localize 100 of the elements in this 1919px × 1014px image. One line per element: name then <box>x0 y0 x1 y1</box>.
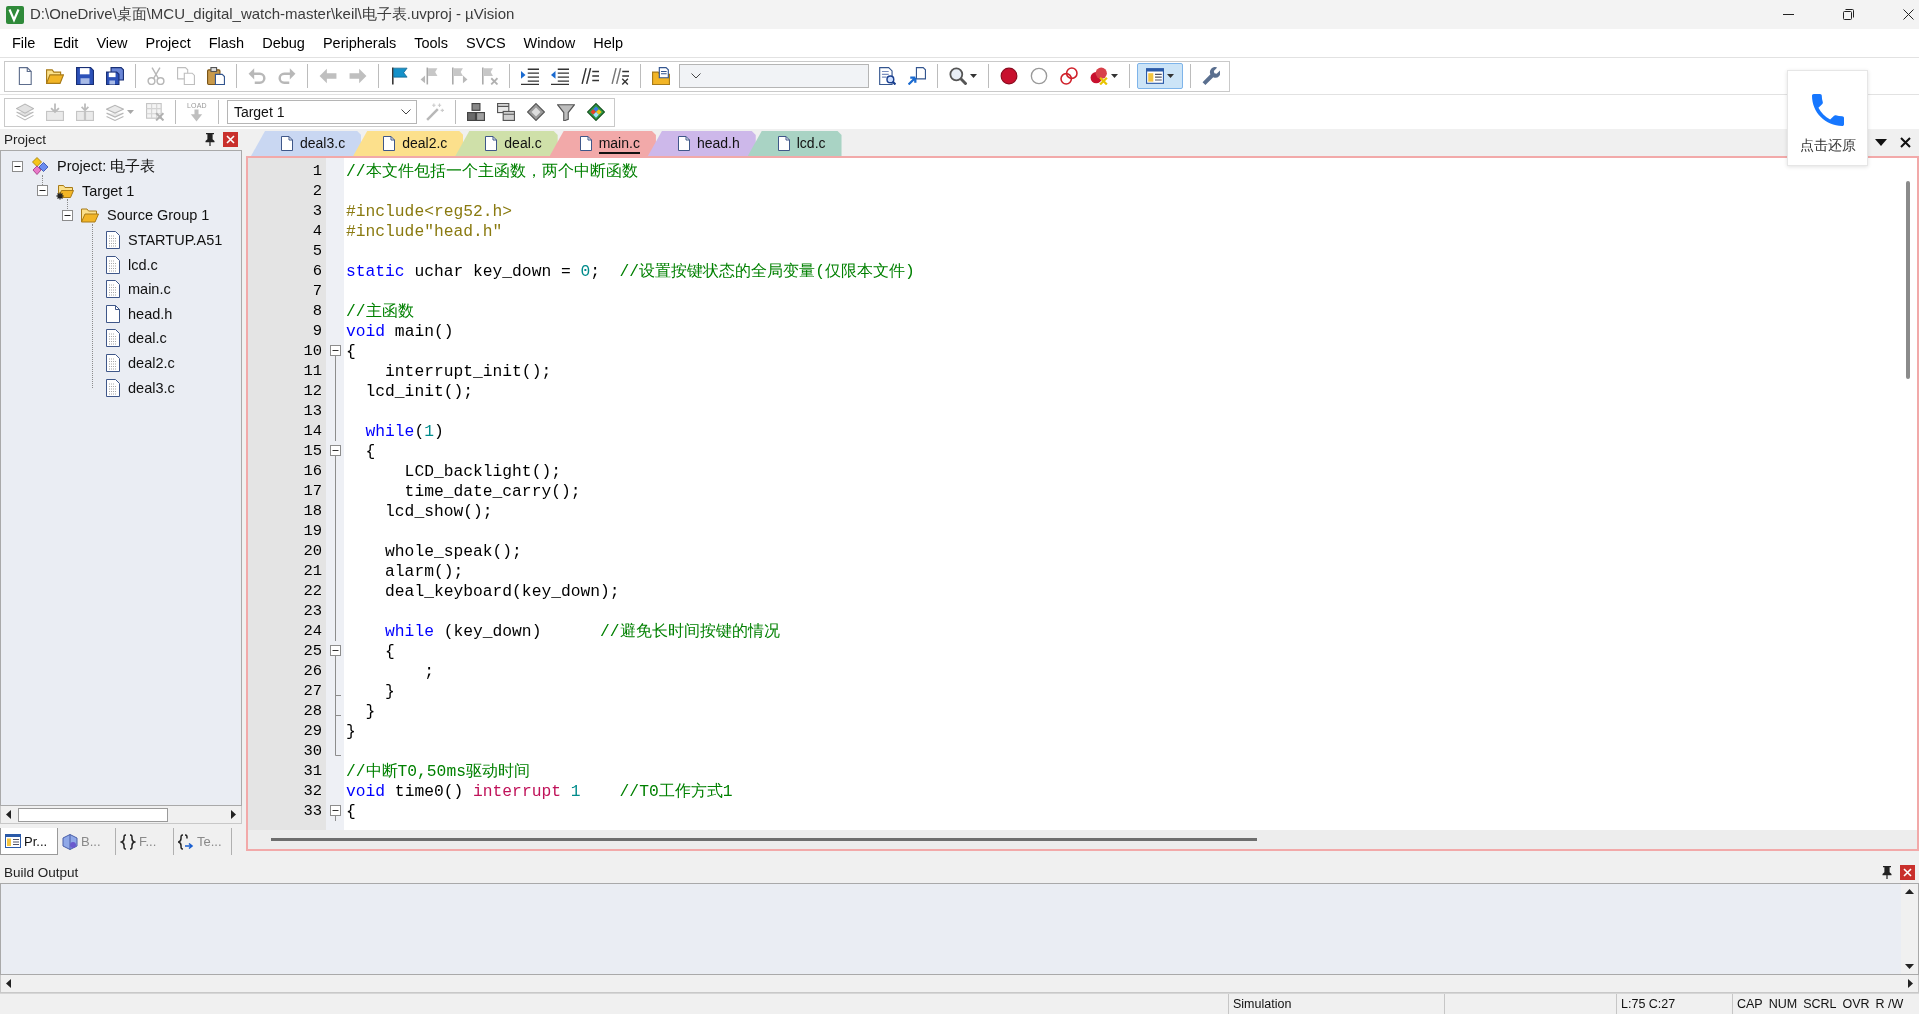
editor-tab[interactable]: deal2.c <box>353 131 464 156</box>
code-line: ; <box>423 661 434 681</box>
line-number: 3 <box>312 202 322 220</box>
tree-item[interactable]: Target 1 <box>82 182 135 199</box>
panel-tab[interactable]: Pr... <box>0 828 58 855</box>
status-indicator: OVR <box>1842 997 1870 1011</box>
circles-cross-icon[interactable] <box>1090 67 1108 85</box>
restore-icon[interactable] <box>1842 9 1854 20</box>
window-panes-icon[interactable] <box>1146 67 1164 85</box>
code-line: #include<reg52.h> <box>346 201 513 221</box>
menu-item[interactable]: Peripherals <box>313 30 406 56</box>
code-line: { <box>346 341 356 361</box>
scroll-left-icon[interactable] <box>5 810 12 819</box>
combo-field[interactable] <box>679 64 869 88</box>
page-icon <box>485 136 498 151</box>
page-icon <box>677 136 690 151</box>
window-title: D:\OneDrive\桌面\MCU_digital_watch-master\keil\电子表.uvproj - µVision <box>30 5 515 24</box>
collapse-icon[interactable] <box>329 345 341 356</box>
restore-button[interactable]: 点击还原 <box>1787 70 1868 166</box>
combo-field[interactable]: Target 1 <box>226 100 417 124</box>
menu-item[interactable]: Project <box>136 30 200 56</box>
tree-item[interactable]: lcd.c <box>128 256 158 273</box>
pin-icon[interactable] <box>205 133 215 146</box>
menu-item[interactable]: Tools <box>405 30 458 56</box>
menu-item[interactable]: Edit <box>44 30 88 56</box>
collapse-icon[interactable] <box>61 210 73 221</box>
editor-tab[interactable]: lcd.c <box>747 131 842 156</box>
editor-tab[interactable]: deal3.c <box>251 131 362 156</box>
line-number: 26 <box>303 662 322 680</box>
status-indicator: R /W <box>1875 997 1904 1011</box>
line-number: 32 <box>303 782 322 800</box>
page-icon <box>281 136 293 151</box>
book-icon <box>62 833 78 850</box>
status-text: L:75 C:27 <box>1621 997 1676 1011</box>
scroll-down-icon[interactable] <box>1905 963 1914 970</box>
page-icon <box>106 304 120 323</box>
open-folder-icon <box>81 206 99 225</box>
app-logo-icon <box>6 5 24 24</box>
scrollbar-thumb[interactable] <box>18 807 168 822</box>
collapse-icon[interactable] <box>329 805 341 816</box>
page-icon <box>383 136 396 151</box>
dotted-page-icon <box>106 329 120 348</box>
tree-item[interactable]: deal.c <box>128 330 167 347</box>
code-line: lcd_init(); <box>364 381 473 401</box>
menu-item[interactable]: View <box>87 30 137 56</box>
close-icon[interactable] <box>1903 9 1914 20</box>
code-line: //中断T0,50ms驱动时间 <box>346 761 530 781</box>
line-number: 20 <box>303 542 322 560</box>
caret-down-icon[interactable] <box>1167 74 1174 78</box>
caret-down-icon[interactable] <box>1111 74 1118 78</box>
editor-tab[interactable]: deal.c <box>455 131 558 156</box>
code-line: deal_keyboard(key_down); <box>384 581 620 601</box>
tree-item[interactable]: deal3.c <box>128 379 175 396</box>
editor-tab[interactable]: main.c <box>549 131 656 156</box>
code-line: void time0() interrupt 1 //T0工作方式1 <box>346 781 733 801</box>
caret-down-icon[interactable] <box>1875 139 1887 146</box>
line-number: 1 <box>312 162 322 180</box>
scrollbar-thumb[interactable] <box>1906 181 1910 379</box>
line-number: 24 <box>303 622 322 640</box>
line-number: 11 <box>303 362 322 380</box>
caret-down-icon[interactable] <box>970 74 977 78</box>
menu-item[interactable]: Flash <box>199 30 254 56</box>
tree-item[interactable]: STARTUP.A51 <box>128 232 223 249</box>
menu-item[interactable]: Debug <box>253 30 314 56</box>
collapse-icon[interactable] <box>329 645 341 656</box>
pin-icon[interactable] <box>1882 866 1892 879</box>
close-icon[interactable] <box>1900 137 1911 148</box>
editor-tab[interactable]: head.h <box>647 131 756 156</box>
line-number: 33 <box>303 802 322 820</box>
collapse-icon[interactable] <box>11 160 23 172</box>
menu-item[interactable]: Help <box>584 30 632 56</box>
tree-item[interactable]: Source Group 1 <box>107 207 210 224</box>
tree-item[interactable]: main.c <box>128 281 171 298</box>
search-icon[interactable] <box>949 67 967 85</box>
scroll-right-icon[interactable] <box>230 810 237 819</box>
dotted-page-icon <box>106 231 120 250</box>
line-number: 13 <box>303 402 322 420</box>
scroll-left-icon[interactable] <box>5 979 12 988</box>
menu-item[interactable]: SVCS <box>457 30 515 56</box>
diamonds-icon <box>31 157 49 176</box>
menu-item[interactable]: Window <box>514 30 585 56</box>
menu-item[interactable]: File <box>3 30 45 56</box>
tree-item[interactable]: head.h <box>128 305 173 322</box>
chevron-down-icon[interactable] <box>400 109 411 115</box>
scroll-right-icon[interactable] <box>1907 979 1914 988</box>
collapse-icon[interactable] <box>329 445 341 456</box>
tree-item[interactable]: Project: 电子表 <box>57 156 156 176</box>
chevron-down-icon[interactable] <box>691 73 701 79</box>
minimize-icon[interactable] <box>1782 14 1794 15</box>
toolbar-button[interactable] <box>1137 63 1183 89</box>
phone-icon <box>1811 94 1844 126</box>
braces-icon <box>120 833 136 850</box>
line-number: 6 <box>312 262 322 280</box>
scrollbar-thumb[interactable] <box>271 838 1257 841</box>
line-number: 25 <box>303 642 322 660</box>
status-text: Simulation <box>1233 997 1292 1011</box>
scroll-up-icon[interactable] <box>1905 888 1914 895</box>
line-number: 19 <box>303 522 322 540</box>
collapse-icon[interactable] <box>36 185 48 197</box>
tree-item[interactable]: deal2.c <box>128 355 175 372</box>
